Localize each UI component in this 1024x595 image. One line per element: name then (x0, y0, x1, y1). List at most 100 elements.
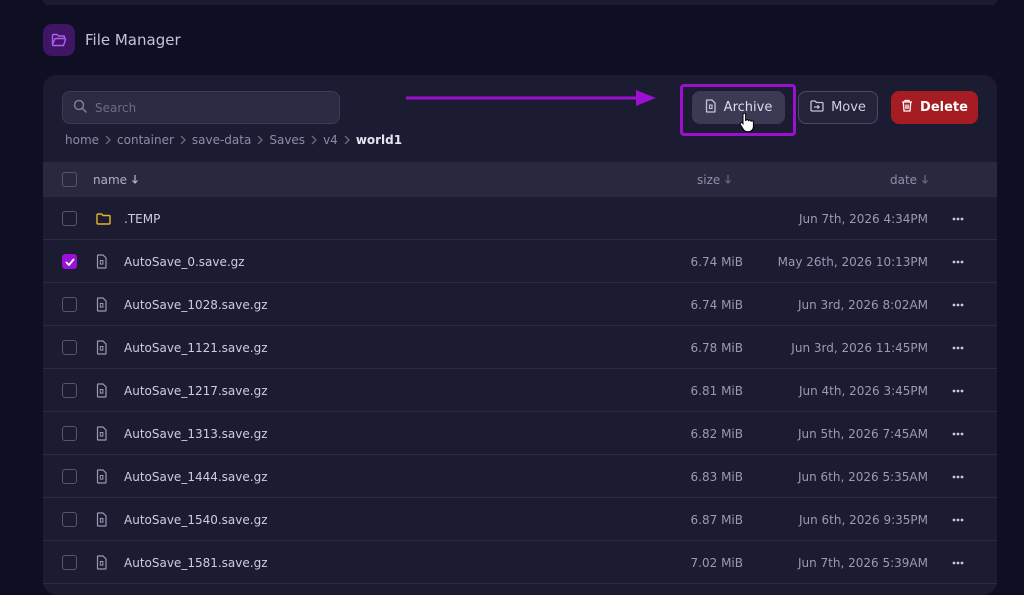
more-options-icon[interactable] (952, 498, 964, 541)
more-options-icon[interactable] (952, 240, 964, 283)
file-archive-icon (96, 498, 108, 541)
file-date: Jun 4th, 2026 3:45PM (798, 383, 928, 398)
row-checkbox[interactable] (62, 369, 77, 412)
breadcrumb-item-saves[interactable]: Saves (269, 133, 305, 147)
more-options-icon[interactable] (952, 326, 964, 369)
more-options-icon[interactable] (952, 369, 964, 412)
table-row[interactable]: AutoSave_0.save.gz 6.74 MiB May 26th, 2026… (43, 240, 997, 283)
search-input[interactable] (95, 100, 339, 115)
more-options-icon[interactable] (952, 455, 964, 498)
table-row[interactable]: AutoSave_1217.save.gz 6.81 MiB Jun 4th, 20… (43, 369, 997, 412)
file-name[interactable]: .TEMP (124, 197, 160, 240)
chevron-right-icon (105, 135, 111, 145)
folder-move-icon (810, 99, 824, 116)
file-date: Jun 6th, 2026 9:35PM (798, 512, 928, 527)
row-checkbox[interactable] (62, 412, 77, 455)
more-options-icon[interactable] (952, 197, 964, 240)
more-options-icon[interactable] (952, 412, 964, 455)
table-row[interactable]: AutoSave_1313.save.gz 6.82 MiB Jun 5th, 20… (43, 412, 997, 455)
row-checkbox[interactable] (62, 197, 77, 240)
row-checkbox[interactable] (62, 240, 77, 283)
file-archive-icon (96, 283, 108, 326)
file-archive-icon (96, 455, 108, 498)
folder-open-icon (43, 24, 75, 56)
folder-icon (96, 197, 111, 240)
column-header-size[interactable]: size (697, 162, 732, 197)
file-date: Jun 5th, 2026 7:45AM (797, 426, 928, 441)
file-archive-icon (705, 98, 717, 117)
file-size: 6.82 MiB (690, 426, 743, 441)
file-size: 6.83 MiB (690, 469, 743, 484)
file-archive-icon (96, 240, 108, 283)
row-checkbox[interactable] (62, 498, 77, 541)
more-options-icon[interactable] (952, 541, 964, 584)
table-row[interactable]: .TEMP Jun 7th, 2026 4:34PM (43, 197, 997, 240)
file-size: 6.74 MiB (690, 254, 743, 269)
file-date: Jun 7th, 2026 4:34PM (798, 211, 928, 226)
file-size: 6.87 MiB (690, 512, 743, 527)
row-checkbox[interactable] (62, 541, 77, 584)
hand-pointer-icon (739, 113, 754, 133)
page-header: File Manager (43, 24, 181, 56)
table-row[interactable]: AutoSave_1028.save.gz 6.74 MiB Jun 3rd, 20… (43, 283, 997, 326)
arrow-down-icon (131, 173, 139, 187)
file-name[interactable]: AutoSave_1121.save.gz (124, 326, 268, 369)
page-title: File Manager (85, 31, 181, 49)
breadcrumb: home container save-data Saves v4 world1 (65, 133, 402, 147)
row-checkbox[interactable] (62, 455, 77, 498)
file-name[interactable]: AutoSave_1444.save.gz (124, 455, 268, 498)
file-size: 6.81 MiB (690, 383, 743, 398)
breadcrumb-item-save-data[interactable]: save-data (192, 133, 251, 147)
table-row[interactable]: AutoSave_1540.save.gz 6.87 MiB Jun 6th, 20… (43, 498, 997, 541)
file-date: Jun 3rd, 2026 11:45PM (791, 340, 928, 355)
file-size: 7.02 MiB (690, 555, 743, 570)
file-date: May 26th, 2026 10:13PM (777, 254, 928, 269)
file-list: .TEMP Jun 7th, 2026 4:34PM AutoSave_0.save… (43, 197, 997, 584)
search-box[interactable] (62, 91, 340, 124)
trash-icon (901, 99, 913, 116)
file-name[interactable]: AutoSave_1581.save.gz (124, 541, 268, 584)
arrow-down-icon (921, 173, 929, 187)
file-manager-panel: home container save-data Saves v4 world1… (43, 75, 997, 595)
breadcrumb-current: world1 (355, 133, 403, 147)
annotation-arrow (406, 90, 656, 106)
select-all-checkbox[interactable] (62, 162, 77, 197)
breadcrumb-item-container[interactable]: container (117, 133, 174, 147)
file-archive-icon (96, 369, 108, 412)
top-bar (43, 0, 997, 5)
file-archive-icon (96, 326, 108, 369)
delete-button-label: Delete (920, 100, 968, 115)
table-header: name size date (43, 162, 997, 197)
table-row[interactable]: AutoSave_1581.save.gz 7.02 MiB Jun 7th, 20… (43, 541, 997, 584)
move-button[interactable]: Move (798, 91, 878, 124)
chevron-right-icon (257, 135, 264, 145)
breadcrumb-item-v4[interactable]: v4 (323, 133, 338, 147)
file-name[interactable]: AutoSave_1540.save.gz (124, 498, 268, 541)
file-archive-icon (96, 541, 108, 584)
search-icon (73, 98, 87, 117)
file-date: Jun 7th, 2026 5:39AM (797, 555, 928, 570)
chevron-right-icon (344, 135, 350, 145)
column-header-name[interactable]: name (93, 162, 139, 197)
chevron-right-icon (180, 135, 186, 145)
file-name[interactable]: AutoSave_0.save.gz (124, 240, 245, 283)
delete-button[interactable]: Delete (891, 91, 978, 124)
file-size: 6.78 MiB (690, 340, 743, 355)
move-button-label: Move (831, 100, 866, 115)
row-checkbox[interactable] (62, 283, 77, 326)
file-archive-icon (96, 412, 108, 455)
file-size: 6.74 MiB (690, 297, 743, 312)
breadcrumb-item-home[interactable]: home (65, 133, 99, 147)
file-name[interactable]: AutoSave_1313.save.gz (124, 412, 268, 455)
file-name[interactable]: AutoSave_1028.save.gz (124, 283, 268, 326)
file-date: Jun 3rd, 2026 8:02AM (797, 297, 928, 312)
arrow-down-icon (724, 173, 732, 187)
table-row[interactable]: AutoSave_1121.save.gz 6.78 MiB Jun 3rd, 20… (43, 326, 997, 369)
file-name[interactable]: AutoSave_1217.save.gz (124, 369, 268, 412)
file-date: Jun 6th, 2026 5:35AM (797, 469, 928, 484)
more-options-icon[interactable] (952, 283, 964, 326)
table-row[interactable]: AutoSave_1444.save.gz 6.83 MiB Jun 6th, 20… (43, 455, 997, 498)
column-header-date[interactable]: date (890, 162, 929, 197)
chevron-right-icon (311, 135, 317, 145)
row-checkbox[interactable] (62, 326, 77, 369)
